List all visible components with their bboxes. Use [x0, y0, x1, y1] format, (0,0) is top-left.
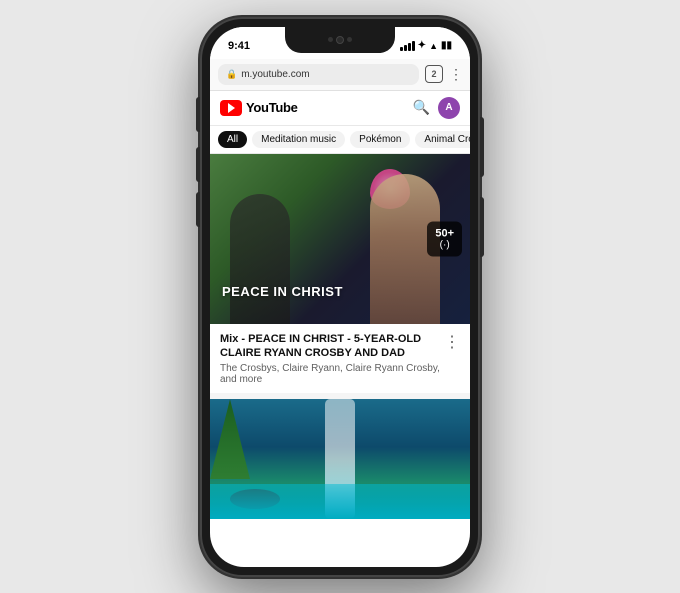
- chip-pokemon[interactable]: Pokémon: [350, 131, 410, 148]
- wifi-icon: ▲: [429, 41, 438, 51]
- tree-decoration: [210, 399, 250, 479]
- dark-person-silhouette: [230, 194, 290, 324]
- water-surface-decoration: [210, 484, 470, 519]
- youtube-icon: [220, 100, 242, 116]
- video-more-button-1[interactable]: ⋮: [444, 332, 460, 352]
- playlist-count: 50+: [435, 227, 454, 239]
- chip-animal-cross[interactable]: Animal Cross: [415, 131, 470, 148]
- video-channel-1: The Crosbys, Claire Ryann, Claire Ryann …: [220, 363, 444, 385]
- youtube-logo[interactable]: YouTube: [220, 100, 298, 116]
- phone-screen: 9:41 ✦ ▲ ▮▮ 🔒 m.youtube.com 2 ⋮: [210, 27, 470, 567]
- url-bar[interactable]: 🔒 m.youtube.com: [218, 64, 419, 85]
- notch-dot-1: [328, 37, 333, 42]
- signal-bar-1: [400, 47, 403, 51]
- camera-dot: [336, 36, 344, 44]
- play-triangle-icon: [228, 103, 235, 113]
- category-chips-bar: All Meditation music Pokémon Animal Cros…: [210, 126, 470, 154]
- battery-icon: ▮▮: [441, 40, 452, 51]
- notch: [285, 27, 395, 53]
- notch-dot-3: [347, 37, 352, 42]
- playlist-radio-icon: (·): [435, 239, 454, 250]
- status-time: 9:41: [228, 40, 250, 52]
- notch-contents: [328, 36, 352, 44]
- signal-icon: [400, 41, 415, 51]
- video-overlay-title: PEACE IN CHRIST: [222, 284, 343, 299]
- lock-icon: 🔒: [226, 69, 237, 80]
- thumbnail-bg-1: PEACE IN CHRIST 50+ (·): [210, 154, 470, 324]
- video-thumbnail-2[interactable]: [210, 399, 470, 519]
- browser-menu-button[interactable]: ⋮: [449, 66, 462, 83]
- youtube-header: YouTube 🔍 A: [210, 91, 470, 126]
- tab-count[interactable]: 2: [425, 65, 443, 83]
- playlist-badge: 50+ (·): [427, 221, 462, 256]
- signal-bar-4: [412, 41, 415, 51]
- chip-all[interactable]: All: [218, 131, 247, 148]
- bluetooth-icon: ✦: [418, 40, 426, 51]
- video-meta-1: Mix - PEACE IN CHRIST - 5-YEAR-OLD CLAIR…: [220, 332, 444, 386]
- search-icon[interactable]: 🔍: [413, 99, 430, 116]
- browser-bar: 🔒 m.youtube.com 2 ⋮: [210, 59, 470, 91]
- video-info-1: Mix - PEACE IN CHRIST - 5-YEAR-OLD CLAIR…: [210, 324, 470, 400]
- thumbnail-bg-2: [210, 399, 470, 519]
- user-avatar[interactable]: A: [438, 97, 460, 119]
- video-thumbnail-1[interactable]: PEACE IN CHRIST 50+ (·): [210, 154, 470, 324]
- youtube-header-icons: 🔍 A: [413, 97, 460, 119]
- status-icons: ✦ ▲ ▮▮: [400, 40, 452, 51]
- chip-meditation[interactable]: Meditation music: [252, 131, 345, 148]
- video-title-1: Mix - PEACE IN CHRIST - 5-YEAR-OLD CLAIR…: [220, 332, 444, 361]
- phone-mockup: 9:41 ✦ ▲ ▮▮ 🔒 m.youtube.com 2 ⋮: [200, 17, 480, 577]
- youtube-brand-text: YouTube: [246, 100, 298, 115]
- url-text: m.youtube.com: [241, 69, 309, 80]
- signal-bar-2: [404, 45, 407, 51]
- signal-bar-3: [408, 43, 411, 51]
- video-feed: PEACE IN CHRIST 50+ (·) Mix - PEACE IN C…: [210, 154, 470, 520]
